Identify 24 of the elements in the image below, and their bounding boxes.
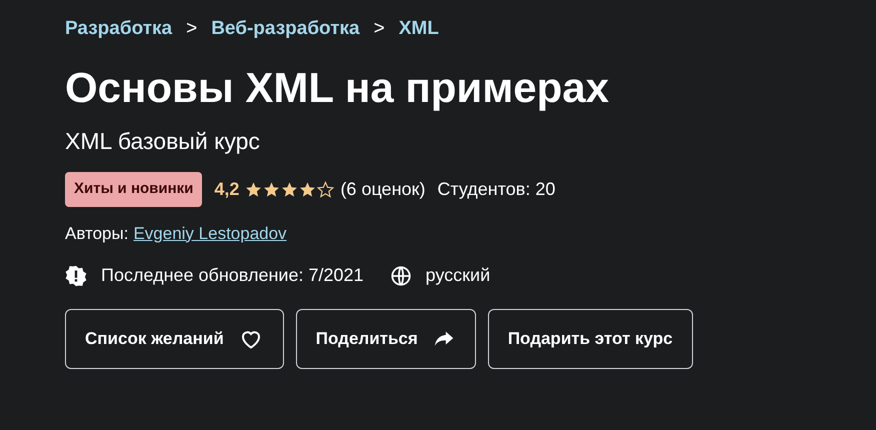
course-subtitle: XML базовый курс — [65, 126, 260, 156]
star-icon — [299, 180, 316, 198]
breadcrumb-separator: > — [186, 17, 198, 41]
alert-badge-icon — [65, 264, 87, 286]
authors-label: Авторы: — [65, 222, 128, 244]
breadcrumb-link[interactable]: Веб-разработка — [211, 15, 360, 44]
action-button[interactable]: Поделиться — [296, 309, 476, 369]
rating-count: (6 оценок) — [340, 178, 426, 201]
rating-value: 4,2 — [214, 178, 240, 201]
action-button[interactable]: Подарить этот курс — [488, 309, 693, 369]
bestseller-badge: Хиты и новинки — [65, 172, 202, 206]
action-button[interactable]: Список желаний — [65, 309, 284, 369]
course-title: Основы XML на примерах — [65, 62, 610, 113]
course-language: русский — [426, 264, 490, 287]
student-count: Студентов: 20 — [437, 178, 556, 201]
star-icon — [281, 180, 298, 198]
last-updated: Последнее обновление: 7/2021 — [101, 264, 364, 287]
breadcrumb-link[interactable]: Разработка — [65, 15, 172, 44]
author-link[interactable]: Evgeniy Lestopadov — [133, 220, 287, 246]
globe-icon — [390, 264, 412, 286]
breadcrumb-separator: > — [374, 17, 385, 41]
breadcrumb-link[interactable]: XML — [398, 15, 439, 44]
star-icon — [245, 180, 262, 198]
star-icon — [263, 180, 280, 198]
